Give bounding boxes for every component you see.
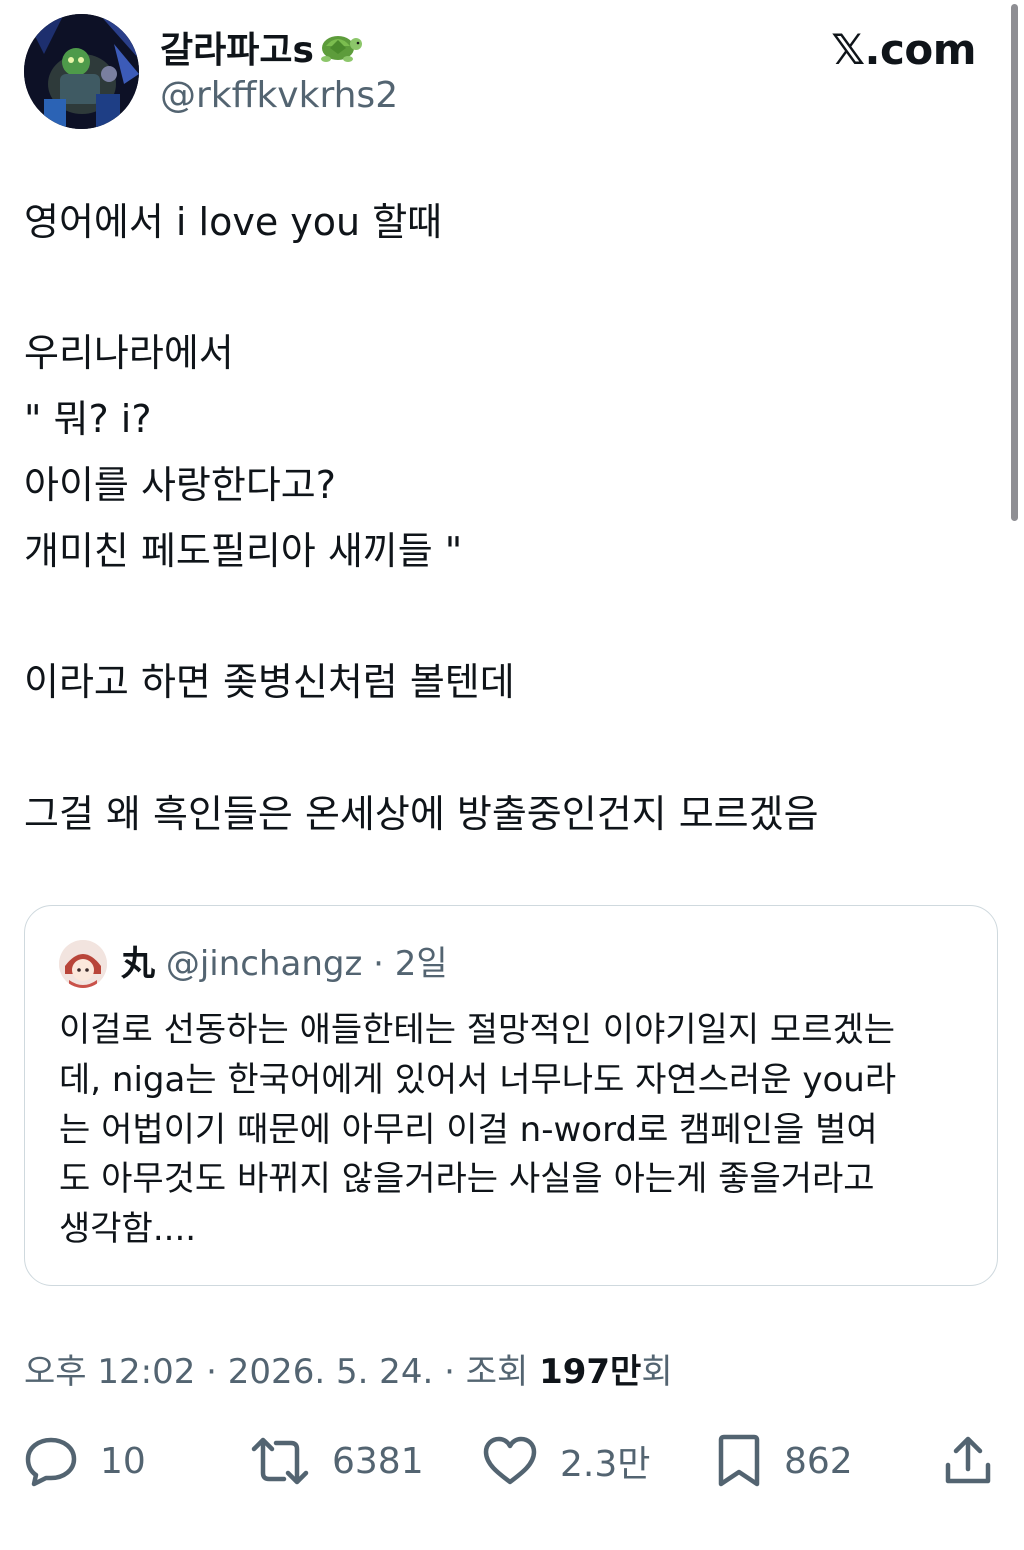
share-icon (944, 1435, 992, 1487)
tweet-text-line: " 뭐? i? (24, 397, 152, 441)
tweet-text-line: 개미친 페도필리아 새끼들 " (24, 529, 463, 573)
scrollbar[interactable] (1011, 4, 1018, 521)
retweet-icon (250, 1435, 310, 1487)
retweet-count: 6381 (332, 1440, 424, 1482)
quoted-tweet-card[interactable]: 丸 @jinchangz · 2일 이걸로 선동하는 애들한테는 절망적인 이야… (24, 905, 998, 1286)
meta-separator: · (433, 1352, 466, 1392)
tweet-text-line: 아이를 사랑한다고? (24, 463, 336, 507)
views-label: 조회 (465, 1352, 540, 1392)
reply-icon (24, 1435, 78, 1487)
quoted-text-line: 는 어법이기 때문에 아무리 이걸 n-word로 캠페인을 벌여 (59, 1110, 878, 1150)
tweet-time[interactable]: 오후 12:02 (24, 1352, 195, 1392)
bookmark-icon (716, 1434, 762, 1488)
like-button[interactable]: 2.3만 (482, 1435, 650, 1487)
retweet-button[interactable]: 6381 (250, 1435, 424, 1487)
quoted-separator: · (362, 944, 395, 984)
turtle-emoji-icon (316, 26, 362, 77)
tweet-text-line: 우리나라에서 (24, 331, 234, 375)
like-icon (482, 1435, 538, 1487)
meta-separator: · (195, 1352, 228, 1392)
tweet-date[interactable]: 2026. 5. 24. (228, 1352, 433, 1392)
quoted-author-handle: @jinchangz (165, 944, 363, 984)
author-display-name[interactable]: 갈라파고s (160, 26, 362, 77)
quoted-text-line: 이걸로 선동하는 애들한테는 절망적인 이야기일지 모르겠는 (59, 1010, 896, 1050)
quoted-text-line: 도 아무것도 바뀌지 않을거라는 사실을 아는게 좋을거라고 (59, 1159, 875, 1199)
quoted-author-name: 丸 (121, 944, 155, 984)
quoted-time: 2일 (394, 944, 448, 984)
author-avatar[interactable] (24, 14, 139, 129)
bookmark-button[interactable]: 862 (716, 1434, 853, 1488)
bookmark-count: 862 (784, 1440, 853, 1482)
author-handle[interactable]: @rkffkvkrhs2 (160, 74, 398, 118)
quoted-text-line: 데, niga는 한국어에게 있어서 너무나도 자연스러운 you라 (59, 1060, 897, 1100)
tweet-text-line: 그걸 왜 흑인들은 온세상에 방출중인건지 모르겠음 (24, 792, 819, 836)
x-brand-logo: 𝕏.com (831, 25, 976, 74)
views-count: 197만 (539, 1352, 642, 1392)
tweet-text-line: 영어에서 i love you 할때 (24, 200, 443, 244)
tweet-meta: 오후 12:02 · 2026. 5. 24. · 조회 197만회 (24, 1350, 673, 1394)
quoted-tweet-header: 丸 @jinchangz · 2일 (121, 940, 448, 988)
tweet-text-line: 이라고 하면 좆병신처럼 볼텐데 (24, 660, 515, 704)
display-name-text: 갈라파고s (160, 30, 314, 71)
like-count: 2.3만 (560, 1444, 651, 1485)
quoted-text-line: 생각함.... (59, 1209, 197, 1249)
quoted-author-avatar (59, 940, 107, 988)
share-button[interactable] (944, 1435, 992, 1487)
views-suffix: 회 (641, 1352, 673, 1392)
reply-button[interactable]: 10 (24, 1435, 146, 1487)
reply-count: 10 (100, 1440, 146, 1482)
